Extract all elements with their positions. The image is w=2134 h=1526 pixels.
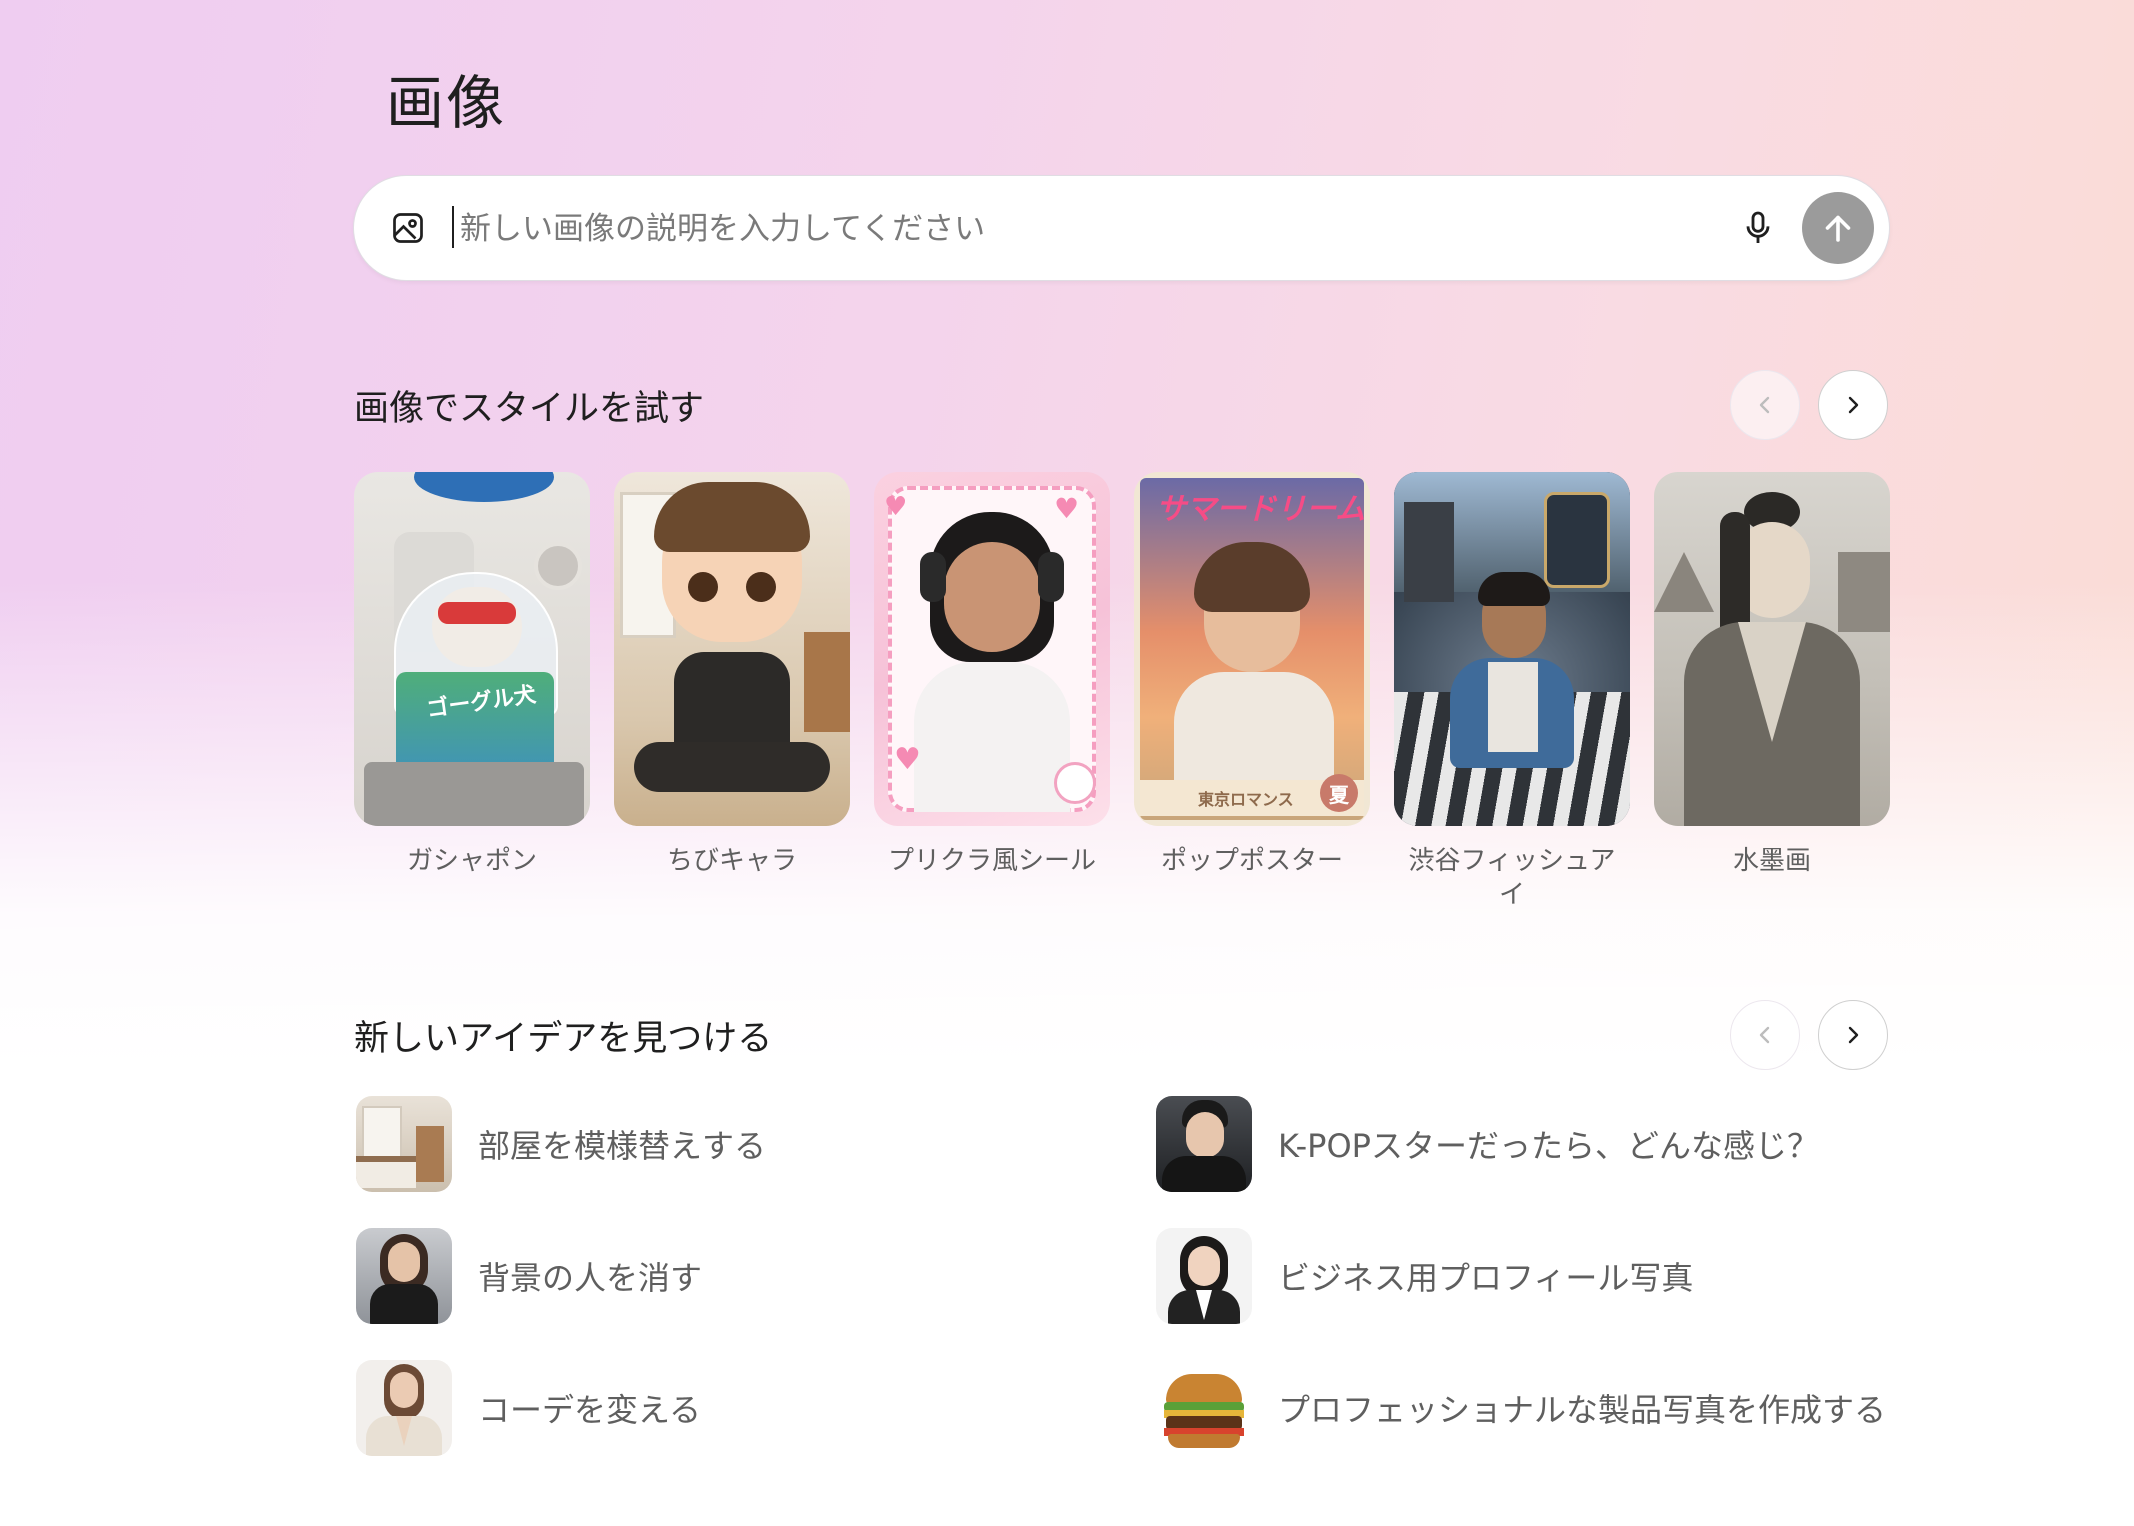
idea-item-change-outfit[interactable]: コーデを変える <box>356 1360 701 1456</box>
ideas-section-title: 新しいアイデアを見つける <box>354 1019 773 1059</box>
chevron-left-icon <box>1759 396 1770 414</box>
idea-label: K-POPスターだったら、どんな感じ？ <box>1278 1127 1819 1165</box>
style-card-label: ちびキャラ <box>666 846 797 876</box>
style-card-gashapon[interactable]: ゴーグル犬 ガシャポン <box>354 472 590 878</box>
chibi-thumbnail <box>614 472 850 826</box>
idea-item-remove-people[interactable]: 背景の人を消す <box>356 1228 702 1324</box>
poster-footer: 東京ロマンス <box>1198 790 1294 809</box>
room-thumbnail <box>356 1096 452 1192</box>
purikura-thumbnail: ♥ ♥ ♥ <box>874 472 1110 826</box>
prompt-input[interactable] <box>458 200 1702 258</box>
style-card-label: 渋谷フィッシュアイ <box>1408 846 1616 910</box>
shibuya-fisheye-thumbnail <box>1394 472 1630 826</box>
text-caret <box>452 206 454 248</box>
style-card-label: プリクラ風シール <box>887 846 1096 876</box>
styles-prev-button[interactable] <box>1730 370 1800 440</box>
chevron-left-icon <box>1759 1026 1770 1044</box>
idea-item-redecorate-room[interactable]: 部屋を模様替えする <box>356 1096 766 1192</box>
style-card-chibi[interactable]: ちびキャラ <box>614 472 850 878</box>
styles-next-button[interactable] <box>1818 370 1888 440</box>
idea-item-kpop-star[interactable]: K-POPスターだったら、どんな感じ？ <box>1156 1096 1819 1192</box>
chevron-right-icon <box>1848 1026 1859 1044</box>
idea-label: コーデを変える <box>478 1391 702 1429</box>
ideas-prev-button[interactable] <box>1730 1000 1800 1070</box>
page-title: 画像 <box>386 69 507 137</box>
style-card-purikura[interactable]: ♥ ♥ ♥ プリクラ風シール <box>874 472 1110 878</box>
business-profile-thumbnail <box>1156 1228 1252 1324</box>
ink-painting-thumbnail <box>1654 472 1890 826</box>
microphone-icon[interactable] <box>1738 208 1778 248</box>
style-card-pop-poster[interactable]: サマードリーム 東京ロマンス 夏 ポップポスター <box>1134 472 1370 878</box>
style-card-ink-painting[interactable]: 水墨画 <box>1654 472 1890 878</box>
outfit-thumbnail <box>356 1360 452 1456</box>
ideas-next-button[interactable] <box>1818 1000 1888 1070</box>
idea-label: プロフェッショナルな製品写真を作成する <box>1278 1391 1887 1429</box>
style-card-label: 水墨画 <box>1732 846 1811 876</box>
poster-title: サマードリーム <box>1156 492 1366 527</box>
styles-section-title: 画像でスタイルを試す <box>354 389 705 429</box>
idea-label: 部屋を模様替えする <box>478 1127 767 1165</box>
remove-people-thumbnail <box>356 1228 452 1324</box>
image-upload-icon[interactable] <box>390 210 426 246</box>
burger-thumbnail <box>1156 1360 1252 1456</box>
style-card-label: ポップポスター <box>1160 846 1343 876</box>
idea-label: ビジネス用プロフィール写真 <box>1278 1259 1694 1297</box>
style-card-shibuya-fisheye[interactable]: 渋谷フィッシュアイ <box>1394 472 1630 912</box>
prompt-search-bar[interactable] <box>354 176 1889 280</box>
idea-item-product-photo[interactable]: プロフェッショナルな製品写真を作成する <box>1156 1360 1886 1456</box>
idea-item-business-profile[interactable]: ビジネス用プロフィール写真 <box>1156 1228 1693 1324</box>
send-button[interactable] <box>1802 192 1874 264</box>
kpop-thumbnail <box>1156 1096 1252 1192</box>
arrow-up-icon <box>1825 215 1851 242</box>
gashapon-thumbnail: ゴーグル犬 <box>354 472 590 826</box>
style-card-label: ガシャポン <box>406 846 537 876</box>
chevron-right-icon <box>1848 396 1859 414</box>
pop-poster-thumbnail: サマードリーム 東京ロマンス 夏 <box>1134 472 1370 826</box>
idea-label: 背景の人を消す <box>478 1259 703 1297</box>
poster-badge: 夏 <box>1320 774 1358 812</box>
